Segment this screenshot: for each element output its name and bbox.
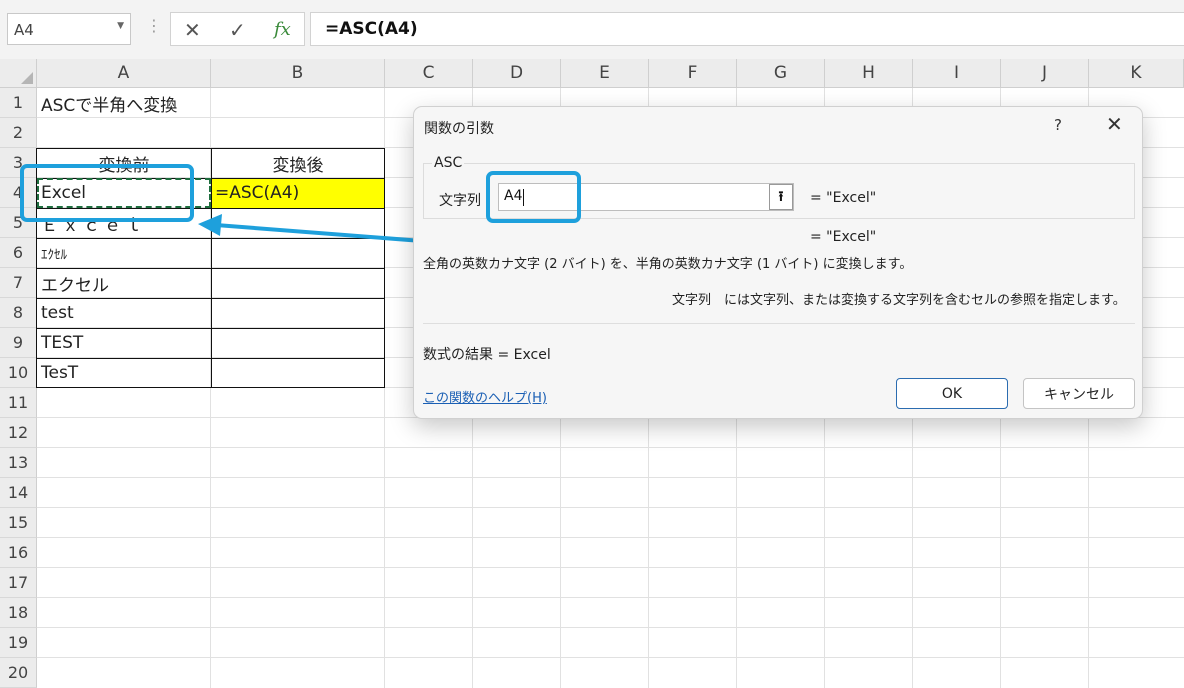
close-icon[interactable]: ✕ [1106, 112, 1123, 136]
cell-b3[interactable]: 変換後 [211, 148, 385, 178]
column-header-h[interactable]: H [825, 59, 913, 88]
gridline [37, 537, 1184, 538]
row-header-15[interactable]: 15 [0, 508, 37, 538]
row-header-16[interactable]: 16 [0, 538, 37, 568]
cell-a8[interactable]: test [37, 298, 211, 328]
row-header-11[interactable]: 11 [0, 388, 37, 418]
row-header-7[interactable]: 7 [0, 268, 37, 298]
ok-button[interactable]: OK [896, 378, 1008, 409]
column-header-b[interactable]: B [211, 59, 385, 88]
gridline [37, 657, 1184, 658]
cell-a7[interactable]: エクセル [37, 268, 211, 298]
gridline [37, 447, 1184, 448]
row-header-14[interactable]: 14 [0, 478, 37, 508]
callout-box-a4 [20, 164, 194, 222]
row-header-8[interactable]: 8 [0, 298, 37, 328]
row-header-18[interactable]: 18 [0, 598, 37, 628]
name-box[interactable]: A4 ▼ [7, 13, 131, 45]
formula-input[interactable]: =ASC(A4) [310, 12, 1184, 46]
column-header-a[interactable]: A [37, 59, 211, 88]
cancel-icon[interactable]: ✕ [184, 18, 201, 42]
gridline [37, 597, 1184, 598]
column-header-i[interactable]: I [913, 59, 1001, 88]
column-header-f[interactable]: F [649, 59, 737, 88]
dialog-title: 関数の引数 [424, 121, 494, 137]
row-header-2[interactable]: 2 [0, 118, 37, 148]
insert-function-icon[interactable]: fx [274, 19, 291, 40]
select-all-button[interactable] [0, 59, 37, 88]
column-header-k[interactable]: K [1089, 59, 1184, 88]
cell-a10[interactable]: TesT [37, 358, 211, 388]
callout-arrow-icon [198, 214, 423, 243]
row-header-1[interactable]: 1 [0, 88, 37, 118]
drag-handle-icon[interactable]: ⋮ [146, 16, 162, 35]
row-header-13[interactable]: 13 [0, 448, 37, 478]
enter-icon[interactable]: ✓ [229, 18, 246, 42]
row-header-9[interactable]: 9 [0, 328, 37, 358]
row-header-19[interactable]: 19 [0, 628, 37, 658]
gridline [37, 627, 1184, 628]
gridline [37, 507, 1184, 508]
column-header-e[interactable]: E [561, 59, 649, 88]
function-arguments-dialog: 関数の引数 ? ✕ ASC 文字列 A4 ⭱ = "Excel" = "Exce… [413, 106, 1143, 419]
argument-result: = "Excel" [810, 190, 877, 206]
argument-description: 文字列 には文字列、または変換する文字列を含むセルの参照を指定します。 [672, 293, 1126, 308]
row-header-10[interactable]: 10 [0, 358, 37, 388]
help-icon[interactable]: ? [1054, 116, 1062, 134]
row-header-12[interactable]: 12 [0, 418, 37, 448]
function-description: 全角の英数カナ文字 (2 バイト) を、半角の英数カナ文字 (1 バイト) に変… [423, 257, 913, 272]
cell-a6[interactable]: ｴｸｾﾙ [37, 238, 211, 268]
column-header-j[interactable]: J [1001, 59, 1089, 88]
collapse-reference-icon[interactable]: ⭱ [769, 184, 793, 210]
column-header-g[interactable]: G [737, 59, 825, 88]
row-header-20[interactable]: 20 [0, 658, 37, 688]
cell-a1[interactable]: ASCで半角へ変換 [37, 88, 211, 118]
gridline [37, 477, 1184, 478]
function-name: ASC [432, 155, 465, 171]
callout-box-argument [486, 171, 581, 223]
row-header-6[interactable]: 6 [0, 238, 37, 268]
formula-bar: A4 ▼ ⋮ ✕ ✓ fx =ASC(A4) [0, 0, 1184, 59]
argument-label: 文字列 [439, 193, 481, 209]
name-box-value: A4 [14, 21, 34, 39]
row-header-17[interactable]: 17 [0, 568, 37, 598]
chevron-down-icon[interactable]: ▼ [117, 21, 124, 31]
formula-text: =ASC(A4) [325, 19, 418, 39]
gridline [37, 567, 1184, 568]
function-result: = "Excel" [810, 229, 877, 245]
formula-result: 数式の結果 = Excel [423, 347, 551, 363]
cancel-button[interactable]: キャンセル [1023, 378, 1135, 409]
formula-buttons: ✕ ✓ fx [170, 12, 305, 46]
divider [423, 323, 1135, 324]
column-header-d[interactable]: D [473, 59, 561, 88]
help-link[interactable]: この関数のヘルプ(H) [423, 387, 547, 406]
column-header-c[interactable]: C [385, 59, 473, 88]
cell-a9[interactable]: TEST [37, 328, 211, 358]
